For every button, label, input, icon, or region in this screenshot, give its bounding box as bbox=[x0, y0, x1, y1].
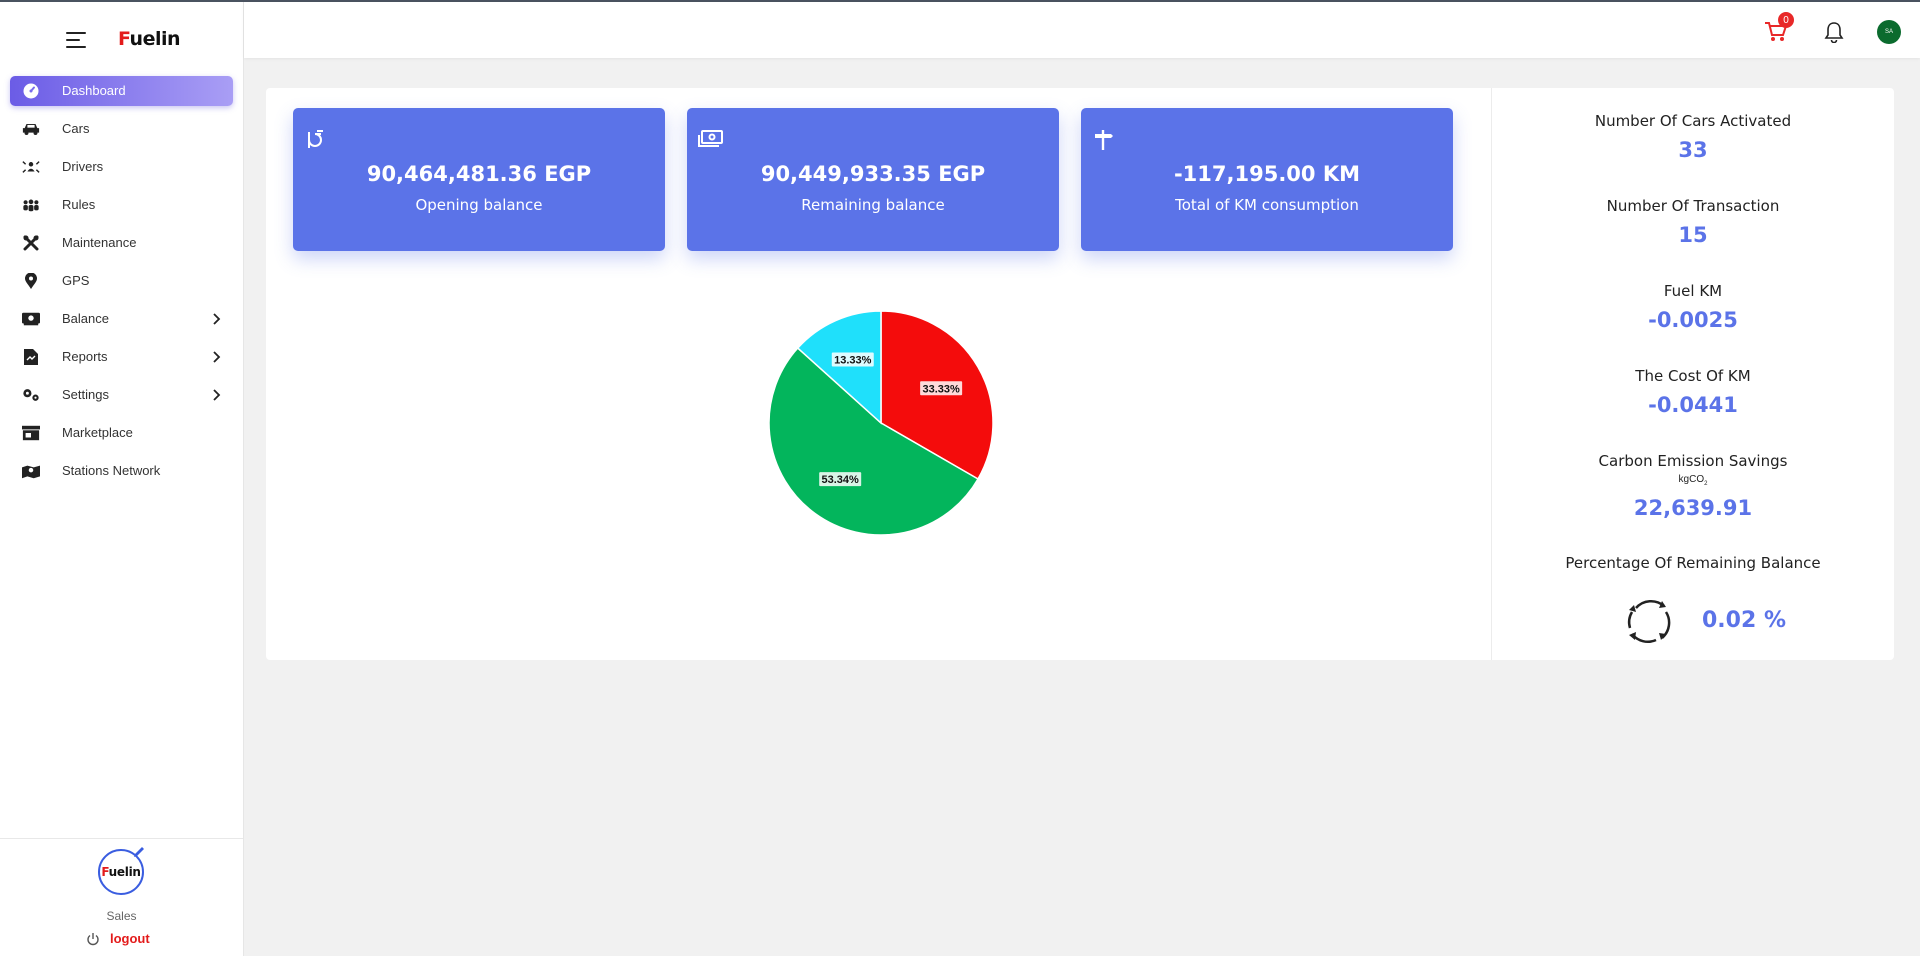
pie-slice-label: 33.33% bbox=[920, 381, 963, 396]
cost-km-label: The Cost Of KM bbox=[1635, 367, 1751, 385]
dashboard-panel: 90,464,481.36 EGP Opening balance 90,449… bbox=[266, 88, 1894, 660]
sidebar-item-dashboard[interactable]: Dashboard bbox=[10, 76, 233, 106]
users-group-icon bbox=[22, 197, 40, 213]
saudi-flag-icon: SA bbox=[1877, 20, 1901, 44]
cart-button[interactable]: 0 bbox=[1762, 12, 1794, 46]
card-label: Opening balance bbox=[415, 196, 543, 214]
pie-slice-label: 13.33% bbox=[831, 352, 874, 367]
carbon-unit: kgCO2 bbox=[1678, 474, 1708, 487]
bell-icon bbox=[1824, 22, 1844, 43]
cart-count-badge: 0 bbox=[1778, 12, 1794, 28]
sidebar-item-label: Maintenance bbox=[62, 235, 137, 250]
pie-slice-label: 53.34% bbox=[819, 472, 862, 487]
sidebar-nav: Dashboard Cars Drivers Rules Maintenance bbox=[0, 76, 243, 486]
fuel-nozzle-icon bbox=[308, 130, 323, 148]
sidebar-item-marketplace[interactable]: Marketplace bbox=[10, 418, 233, 448]
sidebar-item-label: Cars bbox=[62, 121, 90, 136]
svg-text:33.33%: 33.33% bbox=[922, 383, 960, 395]
carbon-savings-label: Carbon Emission Savings bbox=[1598, 452, 1788, 470]
card-label: Remaining balance bbox=[801, 196, 945, 214]
sidebar-item-label: Rules bbox=[62, 197, 96, 212]
logout-label: logout bbox=[110, 931, 150, 946]
chevron-right-icon[interactable] bbox=[209, 388, 223, 402]
card-amount: -117,195.00 KM bbox=[1173, 162, 1361, 186]
opening-balance-card[interactable]: 90,464,481.36 EGP Opening balance bbox=[293, 108, 665, 251]
sidebar-item-settings[interactable]: Settings bbox=[10, 380, 233, 410]
logout-button[interactable]: logout bbox=[86, 931, 150, 946]
sidebar-item-label: Drivers bbox=[62, 159, 104, 174]
sidebar-item-label: Balance bbox=[62, 311, 109, 326]
stats-panel: Number Of Cars Activated 33 Number Of Tr… bbox=[1491, 88, 1894, 660]
transactions-label: Number Of Transaction bbox=[1606, 197, 1780, 215]
dashboard-icon bbox=[22, 83, 40, 99]
signpost-icon bbox=[1095, 130, 1113, 150]
sidebar-item-maintenance[interactable]: Maintenance bbox=[10, 228, 233, 258]
sidebar-item-cars[interactable]: Cars bbox=[10, 114, 233, 144]
user-role: Sales bbox=[106, 909, 137, 923]
cars-activated-label: Number Of Cars Activated bbox=[1594, 112, 1792, 130]
remaining-balance-pct-label: Percentage Of Remaining Balance bbox=[1565, 554, 1821, 572]
cash-icon bbox=[698, 130, 723, 147]
sidebar-item-rules[interactable]: Rules bbox=[10, 190, 233, 220]
transactions-value: 15 bbox=[1678, 223, 1708, 247]
gears-icon bbox=[22, 387, 40, 403]
card-amount: 90,464,481.36 EGP bbox=[366, 162, 592, 186]
pie-chart-svg: 33.33% 53.34% 13.33% bbox=[768, 310, 994, 536]
svg-text:53.34%: 53.34% bbox=[822, 474, 860, 486]
power-icon bbox=[87, 932, 99, 945]
sidebar-item-label: GPS bbox=[62, 273, 90, 288]
remaining-balance-pct-value: 0.02 % bbox=[1702, 608, 1786, 633]
sidebar-header: Fuelin bbox=[0, 2, 243, 76]
cost-km-value: -0.0441 bbox=[1648, 393, 1738, 417]
chevron-right-icon[interactable] bbox=[209, 312, 223, 326]
sidebar-item-label: Settings bbox=[62, 387, 109, 402]
store-icon bbox=[22, 425, 40, 441]
map-network-icon bbox=[22, 463, 40, 479]
sidebar-item-gps[interactable]: GPS bbox=[10, 266, 233, 296]
fuel-km-value: -0.0025 bbox=[1648, 308, 1738, 332]
language-button[interactable]: SA bbox=[1875, 18, 1903, 46]
notifications-button[interactable] bbox=[1820, 18, 1848, 46]
cars-activated-value: 33 bbox=[1678, 138, 1708, 162]
avatar[interactable]: Fuelin bbox=[98, 847, 144, 895]
sidebar: Fuelin Dashboard Cars Drivers Rules Main… bbox=[0, 2, 244, 956]
avatar-logo-text: Fuelin bbox=[101, 865, 141, 879]
map-pin-icon bbox=[22, 273, 40, 289]
user-panel: Fuelin Sales logout bbox=[0, 838, 243, 956]
brand-logo[interactable]: Fuelin bbox=[118, 28, 181, 50]
sidebar-item-label: Reports bbox=[62, 349, 108, 364]
chevron-right-icon[interactable] bbox=[209, 350, 223, 364]
card-label: Total of KM consumption bbox=[1175, 196, 1359, 214]
sidebar-item-drivers[interactable]: Drivers bbox=[10, 152, 233, 182]
sidebar-item-balance[interactable]: Balance bbox=[10, 304, 233, 334]
remaining-balance-card[interactable]: 90,449,933.35 EGP Remaining balance bbox=[687, 108, 1059, 251]
drivers-icon bbox=[22, 159, 40, 175]
edit-pencil-icon[interactable] bbox=[132, 845, 146, 859]
top-bar: 0 SA bbox=[244, 2, 1920, 58]
refresh-cycle-icon bbox=[1627, 599, 1671, 643]
report-file-icon bbox=[22, 349, 40, 365]
svg-text:13.33%: 13.33% bbox=[834, 355, 872, 367]
menu-toggle-icon[interactable] bbox=[66, 32, 86, 48]
car-icon bbox=[22, 121, 40, 137]
sidebar-item-label: Marketplace bbox=[62, 425, 133, 440]
sidebar-item-reports[interactable]: Reports bbox=[10, 342, 233, 372]
sidebar-item-label: Stations Network bbox=[62, 463, 161, 478]
sidebar-item-stations-network[interactable]: Stations Network bbox=[10, 456, 233, 486]
pie-chart: 33.33% 53.34% 13.33% bbox=[756, 298, 1006, 548]
carbon-savings-value: 22,639.91 bbox=[1633, 496, 1753, 520]
money-icon bbox=[22, 311, 40, 327]
tools-icon bbox=[22, 235, 40, 251]
sidebar-item-label: Dashboard bbox=[62, 83, 126, 98]
km-consumption-card[interactable]: -117,195.00 KM Total of KM consumption bbox=[1081, 108, 1453, 251]
card-amount: 90,449,933.35 EGP bbox=[760, 162, 986, 186]
fuel-km-label: Fuel KM bbox=[1663, 282, 1723, 300]
